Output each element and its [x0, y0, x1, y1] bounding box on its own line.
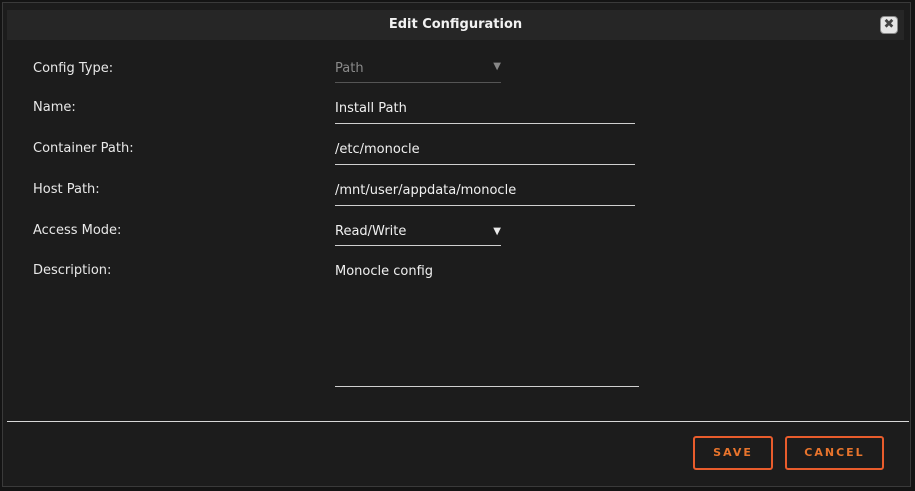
access-mode-label: Access Mode: — [33, 223, 122, 238]
container-path-input[interactable]: /etc/monocle — [335, 142, 635, 165]
host-path-value: /mnt/user/appdata/monocle — [335, 183, 517, 198]
host-path-label: Host Path: — [33, 182, 100, 197]
cancel-button[interactable]: CANCEL — [785, 436, 884, 470]
close-button[interactable]: ✖ — [880, 16, 898, 34]
access-mode-value: Read/Write — [335, 224, 407, 239]
chevron-down-icon: ▼ — [493, 226, 501, 237]
dialog-titlebar: Edit Configuration ✖ — [7, 10, 904, 40]
config-type-value: Path — [335, 61, 364, 76]
description-value: Monocle config — [335, 264, 434, 279]
save-button[interactable]: SAVE — [693, 436, 773, 470]
config-type-select: Path ▼ — [335, 61, 501, 83]
container-path-label: Container Path: — [33, 141, 134, 156]
access-mode-select[interactable]: Read/Write ▼ — [335, 224, 501, 246]
description-label: Description: — [33, 263, 112, 278]
name-value: Install Path — [335, 101, 407, 116]
config-type-label: Config Type: — [33, 61, 114, 76]
close-icon: ✖ — [883, 17, 895, 32]
name-label: Name: — [33, 100, 76, 115]
footer-divider — [7, 421, 909, 422]
chevron-down-icon: ▼ — [493, 61, 501, 72]
container-path-value: /etc/monocle — [335, 142, 420, 157]
host-path-input[interactable]: /mnt/user/appdata/monocle — [335, 183, 635, 206]
name-input[interactable]: Install Path — [335, 101, 635, 124]
description-textarea[interactable]: Monocle config — [335, 264, 639, 387]
dialog-title: Edit Configuration — [388, 17, 523, 32]
